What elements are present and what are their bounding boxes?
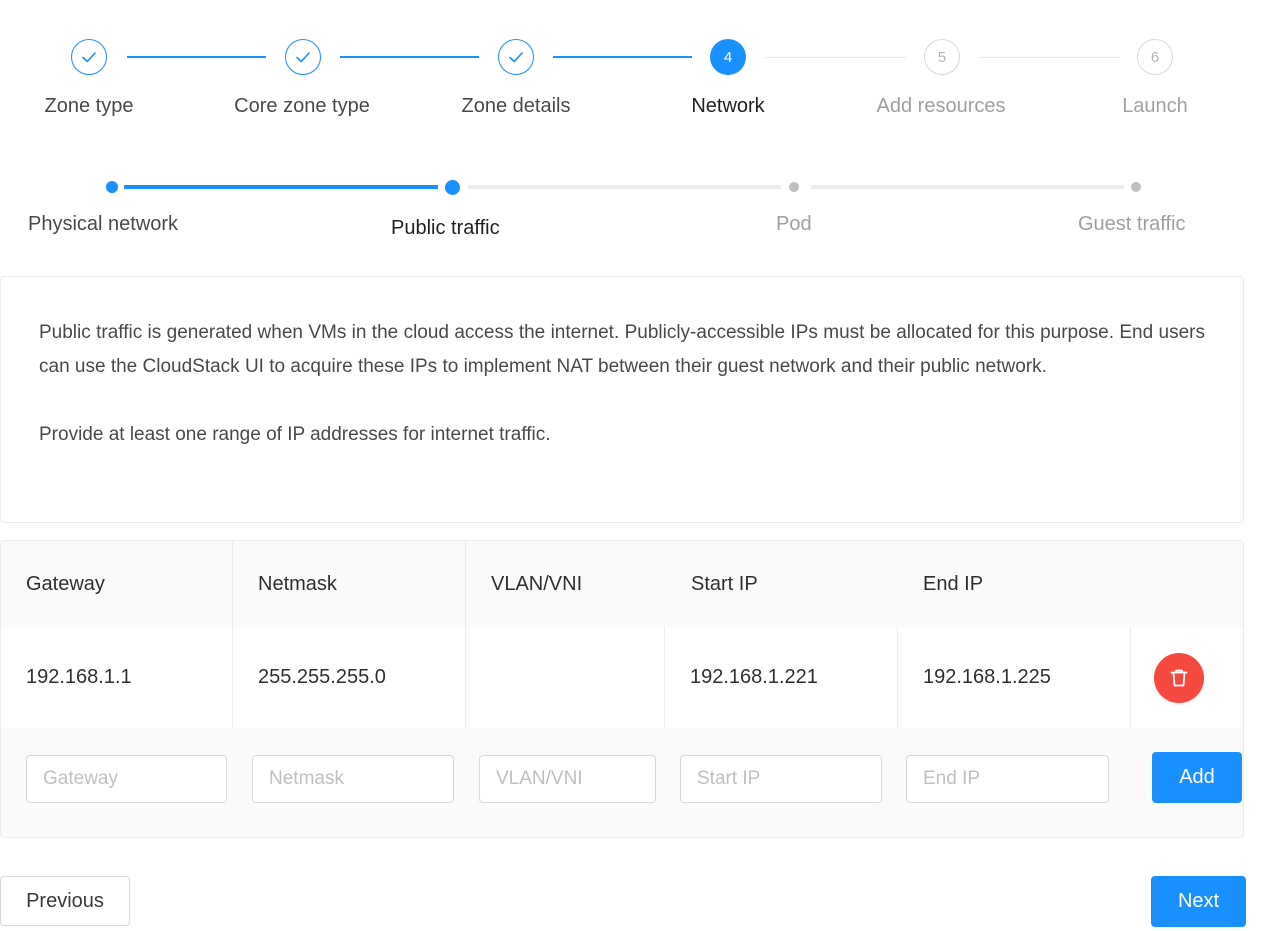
step-add-resources-number: 5 [924,39,960,75]
step-title-zone-details: Zone details [461,95,571,117]
vlan-input[interactable] [479,755,656,803]
step-launch-number: 6 [1137,39,1173,75]
step-zone-type-check-icon [71,39,107,75]
start-ip-input[interactable] [680,755,882,803]
sub-step-connector [811,185,1124,189]
cell-actions [1131,627,1243,728]
zone-wizard-steps: Zone type Core zone type Zone details 4 … [0,0,1266,140]
description-paragraph: Public traffic is generated when VMs in … [39,322,1205,377]
end-ip-input[interactable] [906,755,1109,803]
add-button[interactable]: Add [1152,752,1242,803]
step-connector [127,56,266,58]
sub-step-connector [468,185,781,189]
column-header-start-ip: Start IP [691,572,758,595]
sub-step-dot-public-traffic [445,180,460,195]
public-traffic-description: Public traffic is generated when VMs in … [0,276,1244,523]
trash-icon [1168,667,1190,689]
column-header-vlan: VLAN/VNI [491,572,583,595]
sub-step-connector [124,185,438,189]
add-ip-range-form: Add [1,728,1243,837]
sub-step-title-guest-traffic: Guest traffic [1078,213,1186,235]
description-paragraph: Provide at least one range of IP address… [39,424,551,445]
table-header-row: Gateway Netmask VLAN/VNI Start IP End IP [1,541,1243,628]
step-connector [553,56,692,58]
step-title-launch: Launch [1122,95,1188,117]
previous-button[interactable]: Previous [0,876,130,926]
netmask-input[interactable] [252,755,454,803]
step-connector [979,57,1119,58]
step-title-zone-type: Zone type [44,95,134,117]
cell-gateway: 192.168.1.1 [1,627,233,728]
cell-start-ip: 192.168.1.221 [665,627,898,728]
column-header-actions [1131,541,1243,627]
sub-step-dot-pod [789,182,799,192]
cell-netmask: 255.255.255.0 [233,627,466,728]
step-network-number: 4 [710,39,746,75]
step-core-zone-type-check-icon [285,39,321,75]
gateway-input[interactable] [26,755,227,803]
cell-end-ip: 192.168.1.225 [898,627,1131,728]
delete-ip-range-button[interactable] [1154,652,1204,703]
sub-step-dot-physical-network [106,181,118,193]
step-connector [340,56,479,58]
column-header-netmask: Netmask [233,541,466,627]
step-title-network: Network [691,95,765,117]
table-row: 192.168.1.1 255.255.255.0 192.168.1.221 … [1,627,1243,729]
step-connector [765,57,906,58]
sub-step-dot-guest-traffic [1131,182,1141,192]
step-title-core-zone-type: Core zone type [234,95,370,117]
column-header-end-ip: End IP [923,572,984,595]
ip-range-table: Gateway Netmask VLAN/VNI Start IP End IP… [0,540,1244,838]
sub-step-title-physical-network: Physical network [28,213,179,235]
step-zone-details-check-icon [498,39,534,75]
sub-step-title-public-traffic: Public traffic [391,217,500,239]
sub-step-title-pod: Pod [776,213,812,235]
column-header-gateway: Gateway [1,541,233,627]
next-button[interactable]: Next [1151,876,1246,927]
cell-vlan [466,627,665,728]
step-title-add-resources: Add resources [876,95,1006,117]
